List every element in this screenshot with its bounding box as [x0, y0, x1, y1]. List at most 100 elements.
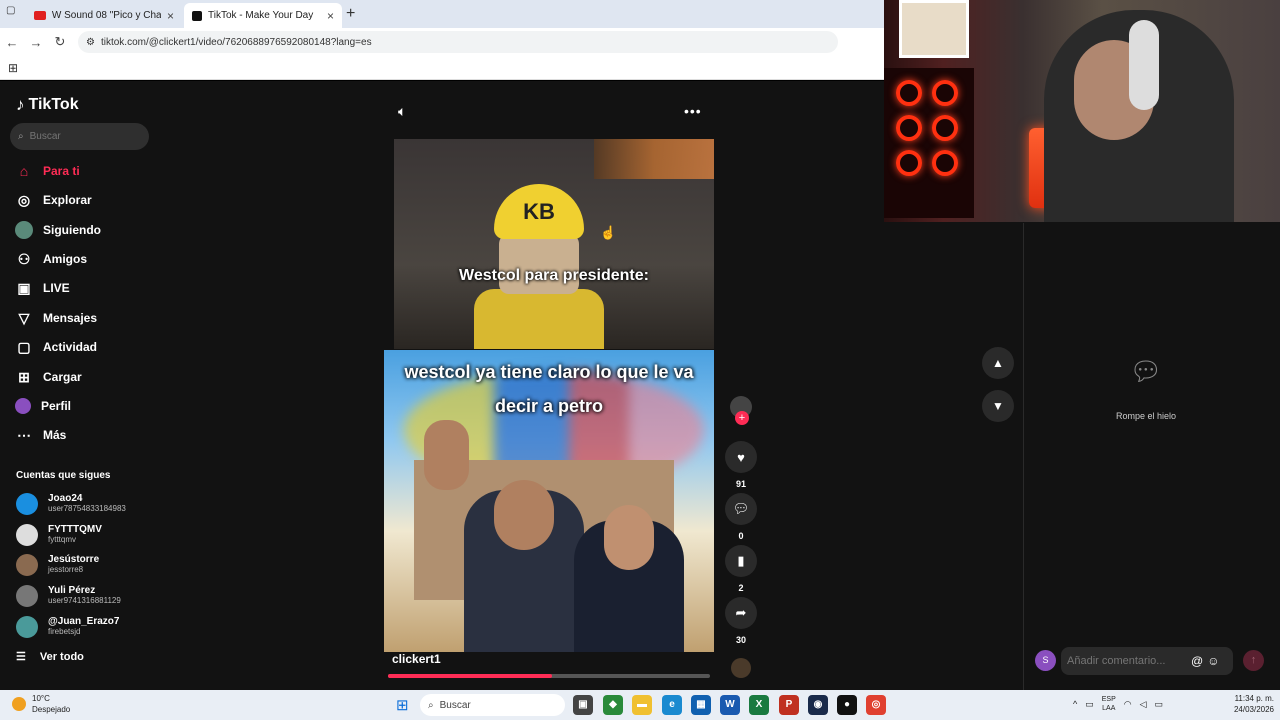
widgets-icon[interactable]: ◆: [603, 695, 623, 715]
sidebar-item-actividad[interactable]: ▢ Actividad: [15, 337, 97, 357]
emoji-icon[interactable]: ☺: [1207, 654, 1219, 668]
weather-widget[interactable]: 10°C Despejado: [12, 693, 70, 715]
network-icon[interactable]: ▭: [1085, 699, 1094, 710]
sidebar-item-siguiendo[interactable]: Siguiendo: [15, 220, 101, 240]
video-frame-top[interactable]: KB Westcol para presidente:: [394, 139, 714, 349]
sidebar-item-mensajes[interactable]: ▽ Mensajes: [15, 308, 97, 328]
save-button[interactable]: ▮ 2: [725, 545, 757, 593]
steam-icon[interactable]: ◉: [808, 695, 828, 715]
sidebar-item-label: Mensajes: [43, 311, 98, 325]
account-username: jesstorre8: [48, 565, 84, 574]
account-name: Joao24: [48, 493, 83, 504]
music-disc-icon[interactable]: [731, 658, 751, 678]
sidebar-item-live[interactable]: ▣ LIVE: [15, 278, 70, 298]
speaker-icon[interactable]: ◁: [1140, 699, 1147, 710]
edge-icon[interactable]: e: [662, 695, 682, 715]
following-section-title: Cuentas que sigues: [16, 470, 111, 481]
raised-fist: [424, 420, 469, 490]
arrow-up-icon: ↑: [1250, 654, 1257, 666]
mention-icon[interactable]: @: [1191, 654, 1203, 668]
store-icon[interactable]: ▦: [691, 695, 711, 715]
follow-plus-icon[interactable]: +: [735, 411, 749, 425]
share-button[interactable]: ➦ 30: [725, 597, 757, 645]
reload-icon[interactable]: ↻: [48, 34, 72, 50]
previous-video-button[interactable]: ▲: [982, 347, 1014, 379]
time: 11:34 p. m.: [1234, 694, 1274, 703]
tiktok-note-icon: ♪: [16, 95, 25, 114]
forward-icon[interactable]: →: [24, 35, 48, 50]
search-icon: ⌕: [18, 131, 24, 142]
account-username: user9741316881129: [48, 596, 121, 605]
following-account[interactable]: @Juan_Erazo7 firebetsjd: [16, 616, 119, 638]
apps-icon[interactable]: ⊞: [8, 61, 18, 75]
comment-button[interactable]: 💬︎ 0: [725, 493, 757, 541]
language-indicator[interactable]: ESP LAA: [1102, 695, 1116, 713]
face: [499, 234, 579, 294]
new-tab-button[interactable]: +: [346, 5, 355, 23]
search-input[interactable]: [29, 131, 130, 142]
taskbar-search-label: Buscar: [439, 699, 471, 711]
obs-icon[interactable]: ●: [837, 695, 857, 715]
sidebar-item-mas[interactable]: ⋯ Más: [15, 425, 66, 445]
send-button[interactable]: ↑: [1243, 650, 1264, 671]
see-all-link[interactable]: ☰ Ver todo: [16, 650, 84, 664]
tiktok-favicon-icon: [192, 10, 202, 21]
tab-title: W Sound 08 "Pico y Chao" - Kri: [51, 10, 161, 21]
video-author[interactable]: clickert1: [392, 652, 441, 666]
sidebar-item-cargar[interactable]: ⊞ Cargar: [15, 367, 82, 387]
search-box[interactable]: ⌕: [10, 123, 149, 150]
word-icon[interactable]: W: [720, 695, 740, 715]
tab-tiktok[interactable]: TikTok - Make Your Day ×: [184, 3, 342, 28]
battery-icon[interactable]: ▭: [1155, 699, 1164, 710]
video-frame-bottom[interactable]: westcol ya tiene claro lo que le va deci…: [384, 350, 714, 652]
sidebar-item-perfil[interactable]: Perfil: [15, 396, 71, 416]
close-tab-icon[interactable]: ×: [167, 9, 174, 23]
next-video-button[interactable]: ▼: [982, 390, 1014, 422]
close-tab-icon[interactable]: ×: [327, 9, 334, 23]
video-progress-bar[interactable]: [388, 674, 710, 678]
following-account[interactable]: Jesústorre jesstorre8: [16, 554, 99, 576]
tab-youtube[interactable]: W Sound 08 "Pico y Chao" - Kri ×: [26, 3, 182, 28]
comment-input-box[interactable]: @ ☺: [1061, 647, 1233, 675]
sidebar-item-label: LIVE: [43, 281, 70, 295]
like-button[interactable]: ♥ 91: [725, 441, 757, 489]
sidebar-item-explorar[interactable]: ◎ Explorar: [15, 190, 92, 210]
sidebar-item-label: Amigos: [43, 252, 88, 266]
site-info-icon[interactable]: ⚙: [86, 37, 95, 48]
following-account[interactable]: Joao24 user78754833184983: [16, 493, 126, 515]
windows-start-icon[interactable]: ⊞: [396, 696, 409, 714]
url-field[interactable]: ⚙ tiktok.com/@clickert1/video/7620688976…: [78, 31, 838, 53]
weather-icon: [12, 697, 26, 711]
chevron-up-icon[interactable]: ^: [1073, 699, 1077, 709]
avatar: [16, 616, 38, 638]
tiktok-logo[interactable]: ♪ TikTok: [16, 95, 79, 115]
sidebar-item-amigos[interactable]: ⚇ Amigos: [15, 249, 87, 269]
fan-light: [896, 80, 922, 106]
following-account[interactable]: Yuli Pérez user9741316881129: [16, 585, 121, 607]
video-caption-bottom: westcol ya tiene claro lo que le va deci…: [404, 362, 694, 416]
comment-input[interactable]: [1067, 655, 1187, 667]
person-left-head: [494, 480, 554, 550]
powerpoint-icon[interactable]: P: [779, 695, 799, 715]
wifi-icon[interactable]: ◠: [1124, 699, 1132, 710]
chrome-icon[interactable]: ◎: [866, 695, 886, 715]
bookmarks-bar: ⊞: [0, 56, 884, 80]
address-bar: ← → ↻ ⚙ tiktok.com/@clickert1/video/7620…: [0, 28, 884, 56]
live-icon: ▣: [17, 279, 31, 296]
back-icon[interactable]: ←: [0, 35, 24, 50]
volume-icon[interactable]: 🔈︎: [398, 103, 406, 120]
excel-icon[interactable]: X: [749, 695, 769, 715]
empty-comments-icon: 💬︎: [1129, 356, 1163, 386]
task-view-icon[interactable]: ▣: [573, 695, 593, 715]
comments-panel: [1023, 223, 1280, 690]
following-account[interactable]: FYTTTQMV fytttqmv: [16, 524, 102, 546]
tab-list-icon[interactable]: ▢: [6, 5, 15, 16]
see-all-label: Ver todo: [39, 650, 84, 663]
file-explorer-icon[interactable]: ▬: [632, 695, 652, 715]
upload-icon: ⊞: [18, 368, 30, 385]
taskbar-search[interactable]: ⌕ Buscar: [420, 694, 565, 716]
sidebar-item-para-ti[interactable]: ⌂ Para ti: [15, 161, 80, 181]
lang-top: ESP: [1101, 696, 1116, 703]
more-options-icon[interactable]: •••: [684, 103, 702, 119]
clock[interactable]: 11:34 p. m. 24/03/2026: [1228, 693, 1274, 715]
